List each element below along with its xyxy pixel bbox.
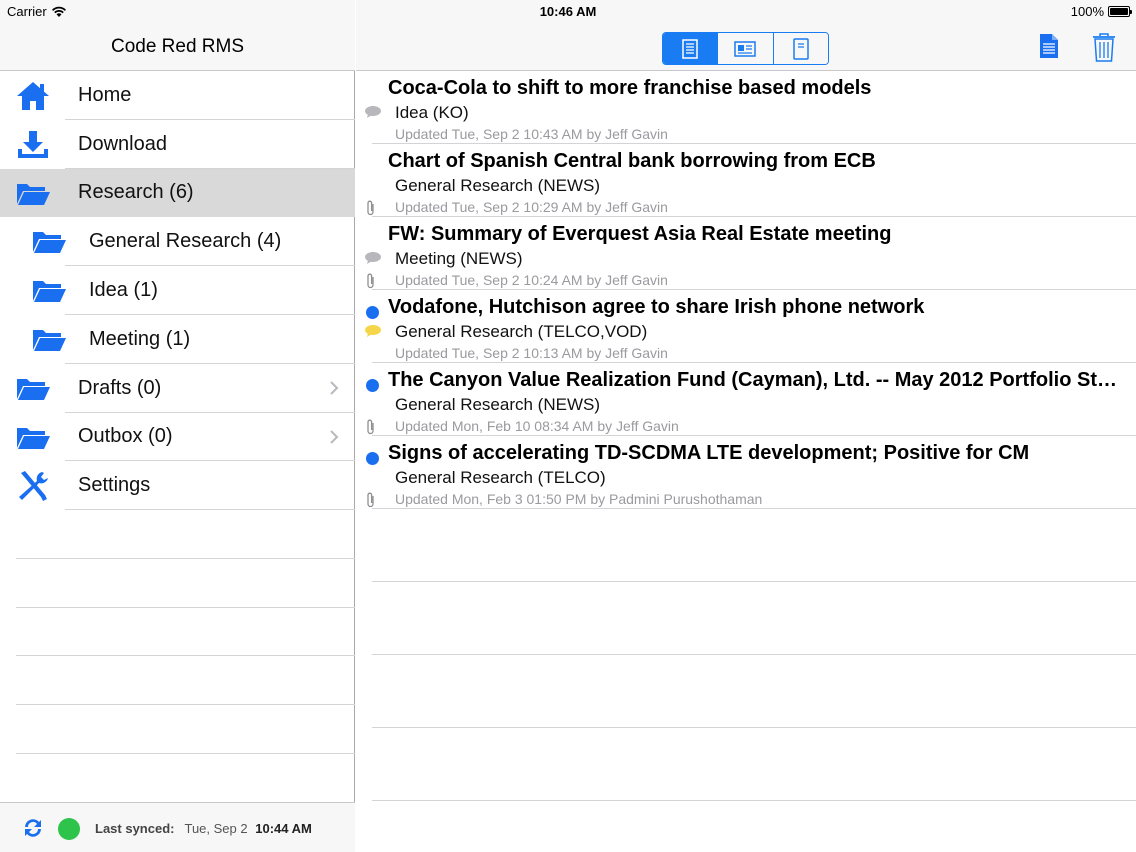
chevron-right-icon [330,429,339,444]
sidebar-item-label: Idea (1) [89,279,158,302]
nav-list: Home Download Research (6) General Resea… [0,71,355,511]
attachment-icon [367,419,374,435]
attachment-icon [367,273,374,289]
folder-open-icon [30,226,68,258]
unread-indicator [366,306,379,319]
message-row[interactable]: FW: Summary of Everquest Asia Real Estat… [356,217,1136,290]
message-row[interactable]: Chart of Spanish Central bank borrowing … [356,144,1136,217]
status-bar: Carrier 10:46 AM 100% [0,0,1136,24]
last-synced: Last synced: Tue, Sep 2 10:44 AM [95,821,312,836]
new-document-button[interactable] [1039,33,1059,64]
segment-page-view[interactable] [772,33,828,64]
empty-row [372,728,1136,801]
comment-icon [365,325,381,337]
empty-row [372,582,1136,655]
sidebar-item-label: Outbox (0) [78,425,173,448]
last-synced-date: Tue, Sep 2 [184,821,248,836]
sidebar-item-label: Home [78,83,132,106]
list-view-icon [682,38,698,59]
message-category: Meeting (NEWS) [395,249,523,268]
battery-icon [1108,6,1132,17]
message-list: Coca-Cola to shift to more franchise bas… [356,71,1136,801]
attachment-icon [367,200,374,216]
chevron-right-icon [330,381,339,395]
battery-percent: 100% [1070,4,1104,19]
sync-icon[interactable] [22,817,44,839]
message-subject: The Canyon Value Realization Fund (Cayma… [388,369,1123,391]
main-pane: Coca-Cola to shift to more franchise bas… [356,0,1136,852]
folder-open-icon [30,324,68,356]
segment-card-view[interactable] [717,33,773,64]
message-subject: Chart of Spanish Central bank borrowing … [388,150,876,172]
comment-icon [365,106,381,118]
message-updated: Updated Tue, Sep 2 10:24 AM by Jeff Gavi… [395,272,668,288]
sidebar-item-label: Meeting (1) [89,327,191,350]
sidebar-item-idea[interactable]: Idea (1) [0,266,355,315]
sidebar-item-label: General Research (4) [89,230,282,253]
message-category: General Research (TELCO,VOD) [395,322,648,341]
app-title: Code Red RMS [110,36,245,57]
message-subject: Vodafone, Hutchison agree to share Irish… [388,296,925,318]
message-updated: Updated Mon, Feb 3 01:50 PM by Padmini P… [395,491,763,507]
sidebar-item-download[interactable]: Download [0,120,355,169]
message-updated: Updated Tue, Sep 2 10:43 AM by Jeff Gavi… [395,126,668,142]
sidebar-item-label: Download [78,132,167,155]
delete-button[interactable] [1092,33,1116,67]
last-synced-label: Last synced: [95,821,175,836]
message-row[interactable]: Coca-Cola to shift to more franchise bas… [356,71,1136,144]
page-view-icon [793,37,809,60]
download-icon [14,129,52,161]
card-view-icon [734,40,757,57]
message-category: General Research (NEWS) [395,176,601,195]
message-row[interactable]: Vodafone, Hutchison agree to share Irish… [356,290,1136,363]
unread-indicator [366,452,379,465]
sidebar-item-home[interactable]: Home [0,71,355,120]
clock: 10:46 AM [539,4,597,19]
sidebar-item-meeting[interactable]: Meeting (1) [0,315,355,364]
last-synced-time: 10:44 AM [255,821,312,836]
sidebar-item-label: Drafts (0) [78,376,162,399]
folder-open-icon [14,422,52,454]
sidebar-item-drafts[interactable]: Drafts (0) [0,364,355,413]
view-mode-segmented-control [662,32,829,65]
sidebar-item-label: Settings [78,474,151,497]
comment-icon [365,252,381,264]
message-row[interactable]: Signs of accelerating TD-SCDMA LTE devel… [356,436,1136,509]
wrench-screwdriver-icon [14,470,52,502]
segment-list-view[interactable] [663,33,718,64]
sidebar-item-settings[interactable]: Settings [0,461,355,511]
unread-indicator [366,379,379,392]
message-updated: Updated Mon, Feb 10 08:34 AM by Jeff Gav… [395,418,679,434]
empty-row [372,655,1136,728]
new-document-icon [1040,34,1058,58]
folder-open-icon [14,373,52,405]
connection-status-indicator [58,818,80,840]
message-subject: FW: Summary of Everquest Asia Real Estat… [388,223,892,245]
message-subject: Coca-Cola to shift to more franchise bas… [388,77,872,99]
battery-indicator: 100% [1070,4,1132,19]
message-category: General Research (NEWS) [395,395,601,414]
message-category: General Research (TELCO) [395,468,606,487]
empty-row [372,509,1136,582]
sidebar-item-outbox[interactable]: Outbox (0) [0,413,355,462]
message-updated: Updated Tue, Sep 2 10:29 AM by Jeff Gavi… [395,199,668,215]
sidebar-item-research[interactable]: Research (6) [0,168,355,218]
message-category: Idea (KO) [395,103,469,122]
message-row[interactable]: The Canyon Value Realization Fund (Cayma… [356,363,1136,436]
message-updated: Updated Tue, Sep 2 10:13 AM by Jeff Gavi… [395,345,668,361]
folder-open-icon [30,275,68,307]
sync-status-bar: Last synced: Tue, Sep 2 10:44 AM [0,802,355,852]
sidebar-empty-rows [0,510,355,754]
attachment-icon [367,492,374,508]
sidebar: Code Red RMS Home Download Research (6) … [0,0,355,852]
trash-icon [1093,33,1115,62]
sidebar-item-general-research[interactable]: General Research (4) [0,217,355,267]
home-icon [14,80,52,112]
folder-open-icon [14,178,52,210]
sidebar-item-label: Research (6) [78,181,194,204]
message-subject: Signs of accelerating TD-SCDMA LTE devel… [388,442,1030,464]
